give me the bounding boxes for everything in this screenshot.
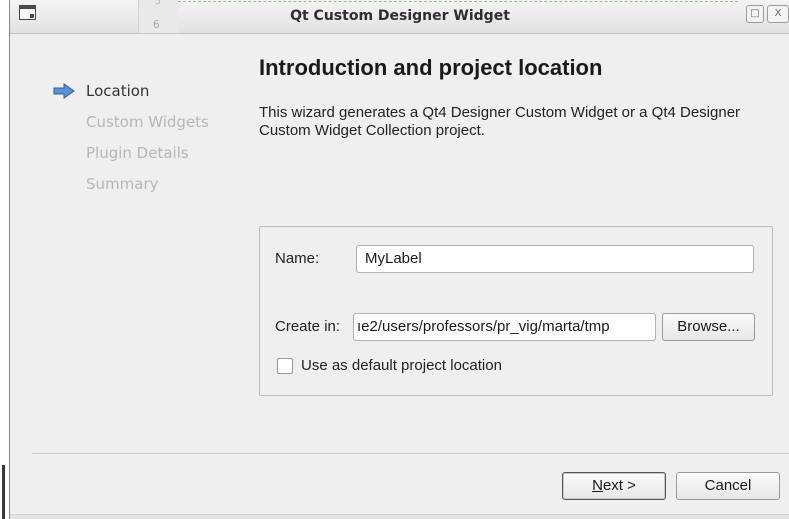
step-label: Location xyxy=(86,82,150,100)
step-location: Location xyxy=(48,76,209,107)
page-description: This wizard generates a Qt4 Designer Cus… xyxy=(259,104,741,139)
next-mnemonic: N xyxy=(592,477,603,494)
next-button[interactable]: Next > xyxy=(562,472,666,500)
line-number: 5 xyxy=(155,0,162,7)
maximize-button[interactable]: □ xyxy=(746,5,764,23)
create-in-path: ıe2/users/professors/pr_vig/marta/tmp xyxy=(357,318,610,335)
button-separator xyxy=(32,453,789,455)
default-location-label[interactable]: Use as default project location xyxy=(301,357,502,374)
maximize-icon: □ xyxy=(750,8,760,19)
window-title: Qt Custom Designer Widget xyxy=(290,8,510,24)
step-label: Summary xyxy=(86,175,159,193)
default-location-checkbox[interactable] xyxy=(277,358,293,374)
page-title: Introduction and project location xyxy=(259,55,603,80)
title-bar[interactable]: 5 6 Qt Custom Designer Widget □ X xyxy=(10,0,789,34)
create-in-input[interactable]: ıe2/users/professors/pr_vig/marta/tmp xyxy=(353,313,656,341)
wizard-steps: Location Custom Widgets Plugin Details S… xyxy=(48,76,209,200)
step-summary: Summary xyxy=(48,169,209,200)
background-dashed-line xyxy=(178,1,738,2)
create-in-label: Create in: xyxy=(275,318,341,335)
close-icon: X xyxy=(774,8,782,19)
name-input[interactable]: MyLabel xyxy=(356,245,754,273)
cancel-button[interactable]: Cancel xyxy=(676,472,780,500)
arrow-right-icon xyxy=(53,83,75,99)
step-custom-widgets: Custom Widgets xyxy=(48,107,209,138)
wizard-window: 5 6 Qt Custom Designer Widget □ X Locati… xyxy=(9,0,789,519)
step-plugin-details: Plugin Details xyxy=(48,138,209,169)
step-label: Custom Widgets xyxy=(86,113,209,131)
window-bottom-edge xyxy=(10,514,789,519)
left-edge xyxy=(0,0,9,519)
left-edge-marker xyxy=(2,465,5,519)
step-label: Plugin Details xyxy=(86,144,189,162)
browse-button[interactable]: Browse... xyxy=(662,313,755,341)
name-label: Name: xyxy=(275,250,320,267)
close-button[interactable]: X xyxy=(767,5,789,23)
next-label: ext > xyxy=(602,477,636,494)
